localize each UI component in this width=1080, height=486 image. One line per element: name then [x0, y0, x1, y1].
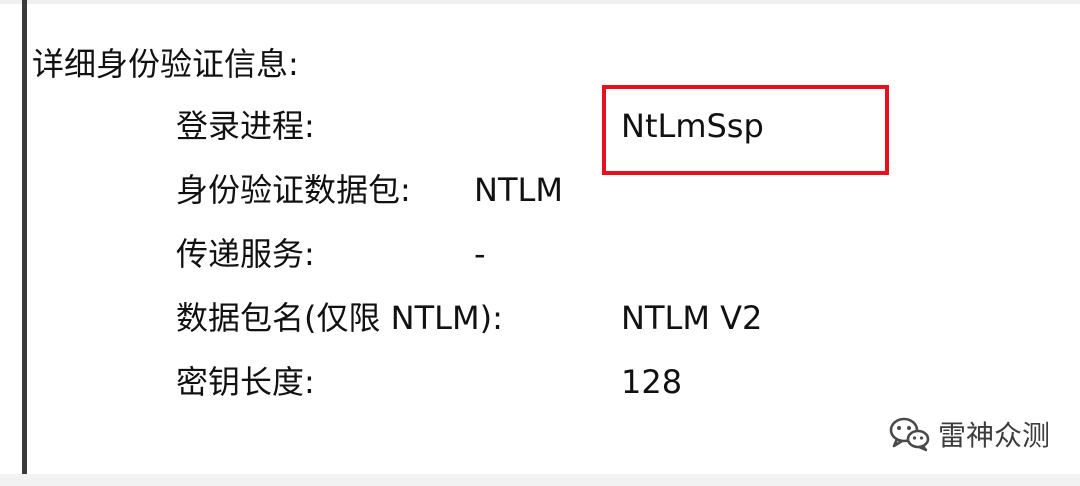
highlight-box-logon-process: [602, 85, 889, 175]
transited-services-label: 传递服务:: [176, 235, 315, 273]
logon-process-label: 登录进程:: [176, 107, 315, 145]
transited-services-value: -: [474, 235, 486, 273]
section-title-auth-details: 详细身份验证信息:: [32, 45, 299, 83]
wechat-icon: [888, 416, 930, 456]
watermark: 雷神众测: [888, 416, 1050, 456]
auth-package-value: NTLM: [474, 171, 563, 209]
key-length-value: 128: [621, 363, 683, 401]
watermark-text: 雷神众测: [938, 419, 1051, 452]
auth-package-label: 身份验证数据包:: [176, 171, 411, 209]
key-length-label: 密钥长度:: [176, 363, 315, 401]
package-name-label: 数据包名(仅限 NTLM):: [176, 299, 503, 337]
bottom-band: [0, 474, 1080, 486]
package-name-value: NTLM V2: [621, 299, 763, 337]
